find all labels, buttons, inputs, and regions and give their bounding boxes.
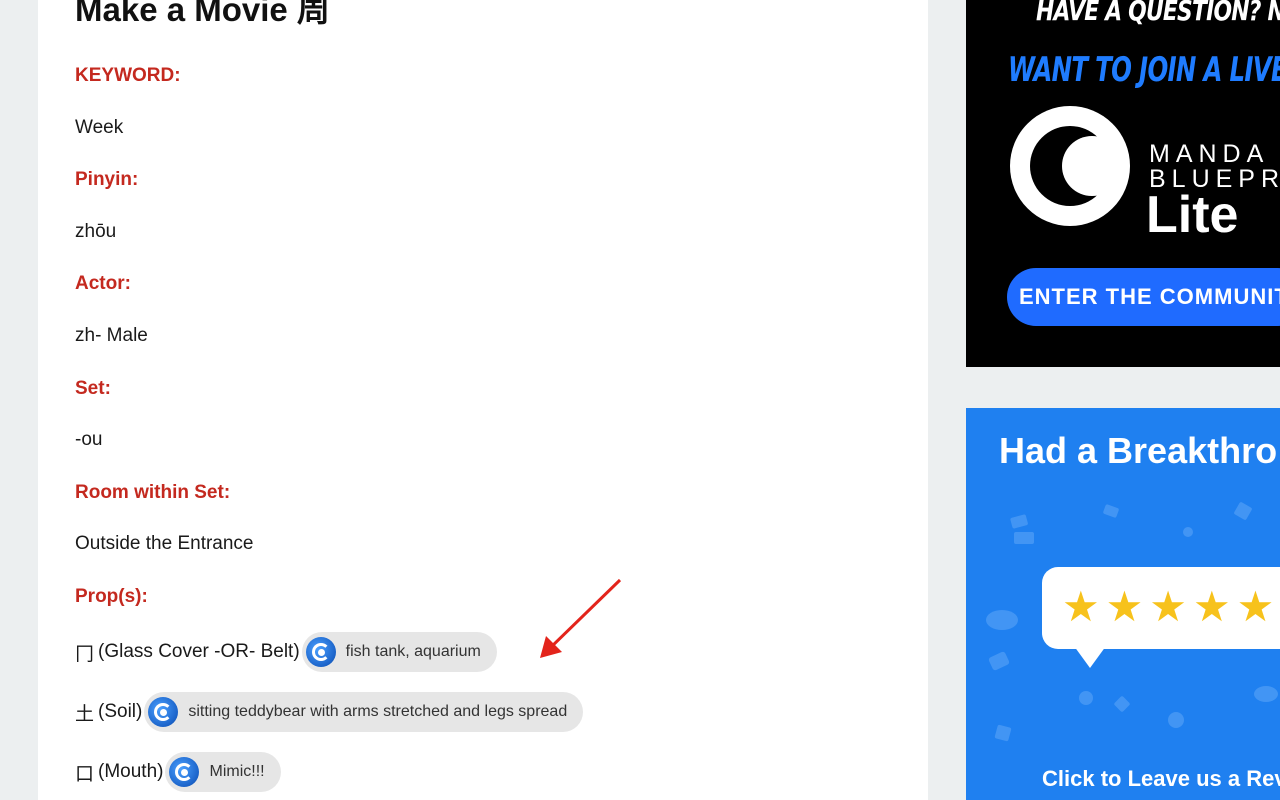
prop-text: (Mouth) <box>98 761 164 782</box>
prop-chip-text: fish tank, aquarium <box>345 643 481 660</box>
prop-glyph: 冂 <box>75 642 95 665</box>
keyword-label: KEYWORD: <box>75 65 181 86</box>
prop-glyph: 口 <box>75 762 95 785</box>
pinyin-label: Pinyin: <box>75 169 139 190</box>
leave-review-link[interactable]: Click to Leave us a Revi <box>1042 766 1280 792</box>
ad-live-event-text: WANT TO JOIN A LIVE EVENT? ( <box>1008 50 1280 90</box>
room-label: Room within Set: <box>75 482 231 503</box>
keyword-value: Week <box>75 117 124 138</box>
ad-brand-lite: Lite <box>1146 186 1239 244</box>
prop-chip-text: sitting teddybear with arms stretched an… <box>188 703 568 720</box>
prop-row: 口 (Mouth) Mimic!!! <box>75 752 281 792</box>
actor-label: Actor: <box>75 273 131 294</box>
community-ad-banner[interactable]: HAVE A QUESTION? NEED HE WANT TO JOIN A … <box>966 0 1280 367</box>
prop-chip[interactable]: Mimic!!! <box>165 752 281 792</box>
props-label: Prop(s): <box>75 586 148 607</box>
prop-row: 冂 (Glass Cover -OR- Belt) fish tank, aqu… <box>75 632 497 672</box>
ad-review-title: Had a Breakthro <box>999 430 1278 471</box>
rating-stars-icon: ★★★★★ <box>1062 582 1280 631</box>
set-value: -ou <box>75 429 103 450</box>
extension-logo-icon <box>169 757 200 787</box>
dragon-logo-icon <box>1010 106 1130 226</box>
page-title: Make a Movie 周 <box>75 0 330 28</box>
set-label: Set: <box>75 378 111 399</box>
pinyin-value: zhōu <box>75 221 117 242</box>
extension-logo-icon <box>305 637 336 667</box>
extension-logo-icon <box>148 697 179 727</box>
prop-glyph: 土 <box>75 702 95 725</box>
prop-text: (Glass Cover -OR- Belt) <box>98 641 300 662</box>
ad-question-text: HAVE A QUESTION? NEED HE <box>1036 0 1280 27</box>
enter-community-button[interactable]: ENTER THE COMMUNITY <box>1007 268 1280 326</box>
prop-chip[interactable]: sitting teddybear with arms stretched an… <box>144 692 584 732</box>
red-arrow-icon <box>540 578 622 658</box>
prop-row: 土 (Soil) sitting teddybear with arms str… <box>75 692 584 732</box>
room-value: Outside the Entrance <box>75 533 254 554</box>
prop-chip-text: Mimic!!! <box>209 763 265 780</box>
prop-text: (Soil) <box>98 701 143 722</box>
speech-bubble-tail <box>1074 646 1106 668</box>
review-ad-banner[interactable]: Had a Breakthro ★★★★★ Click to Leave us … <box>966 408 1280 800</box>
article-card <box>38 0 928 800</box>
prop-chip[interactable]: fish tank, aquarium <box>301 632 497 672</box>
actor-value: zh- Male <box>75 325 148 346</box>
